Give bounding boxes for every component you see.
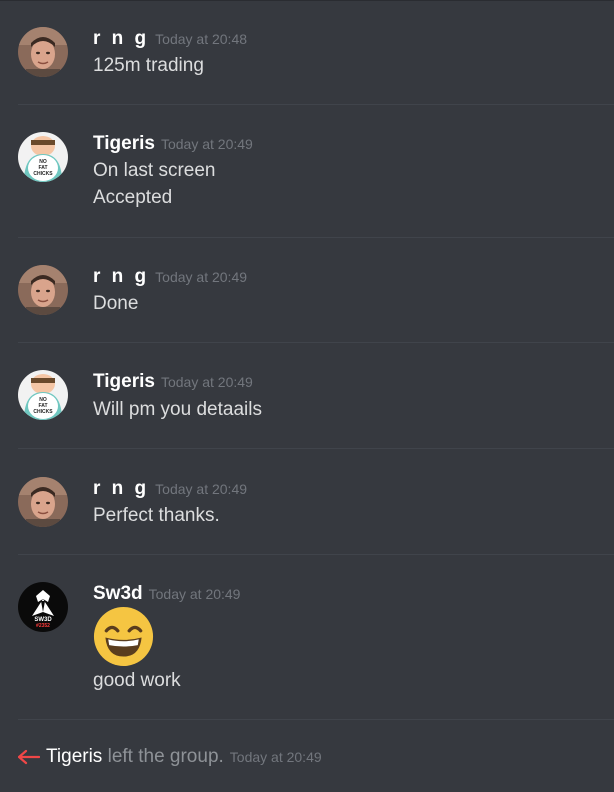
- message-divider: [18, 104, 614, 105]
- rng-avatar-image: [18, 265, 68, 315]
- message-divider: [18, 342, 614, 343]
- message-text: 125m trading: [93, 55, 204, 76]
- message-divider: [18, 237, 614, 238]
- message-text: Will pm you detaails: [93, 399, 262, 420]
- rng-avatar-image: [18, 27, 68, 77]
- message-timestamp[interactable]: Today at 20:49: [155, 269, 247, 285]
- message-author[interactable]: Sw3d: [93, 583, 143, 604]
- avatar[interactable]: SW3D #2352: [18, 582, 68, 632]
- system-user[interactable]: Tigeris: [46, 746, 102, 767]
- message-author[interactable]: Tigeris: [93, 371, 155, 392]
- avatar[interactable]: [18, 265, 68, 315]
- message-text: Perfect thanks.: [93, 505, 220, 526]
- tigeris-avatar-image: NO FAT CHICKS: [18, 132, 68, 182]
- grinning-face-emoji: [93, 606, 154, 667]
- system-message-leave: Tigeris left the group. Today at 20:49: [18, 746, 322, 768]
- message-timestamp[interactable]: Today at 20:49: [149, 586, 241, 602]
- avatar-text: #2352: [36, 623, 50, 629]
- message-divider: [18, 719, 614, 720]
- message-author[interactable]: r n g: [93, 266, 149, 287]
- message-divider: [18, 554, 614, 555]
- tigeris-avatar-image: NO FAT CHICKS: [18, 370, 68, 420]
- avatar[interactable]: NO FAT CHICKS: [18, 132, 68, 182]
- sw3d-avatar-image: SW3D #2352: [18, 582, 68, 632]
- message-timestamp[interactable]: Today at 20:49: [161, 374, 253, 390]
- rng-avatar-image: [18, 477, 68, 527]
- avatar[interactable]: [18, 477, 68, 527]
- message-author[interactable]: r n g: [93, 28, 149, 49]
- message-text: good work: [93, 670, 181, 691]
- message-timestamp[interactable]: Today at 20:49: [161, 136, 253, 152]
- message-timestamp[interactable]: Today at 20:48: [155, 31, 247, 47]
- message-author[interactable]: r n g: [93, 478, 149, 499]
- message-divider: [18, 448, 614, 449]
- message-text: On last screen: [93, 160, 216, 181]
- message-timestamp[interactable]: Today at 20:49: [155, 481, 247, 497]
- message-text: Accepted: [93, 187, 173, 208]
- avatar-shirt-text: CHICKS: [33, 171, 53, 177]
- avatar[interactable]: NO FAT CHICKS: [18, 370, 68, 420]
- chat-message-list: r n g Today at 20:48 125m trading NO FAT …: [0, 0, 614, 792]
- system-text: left the group.: [107, 746, 224, 767]
- message-text: Done: [93, 293, 139, 314]
- avatar[interactable]: [18, 27, 68, 77]
- message-author[interactable]: Tigeris: [93, 133, 155, 154]
- left-arrow-icon: [18, 749, 40, 765]
- avatar-shirt-text: CHICKS: [33, 409, 53, 415]
- system-timestamp[interactable]: Today at 20:49: [230, 749, 322, 765]
